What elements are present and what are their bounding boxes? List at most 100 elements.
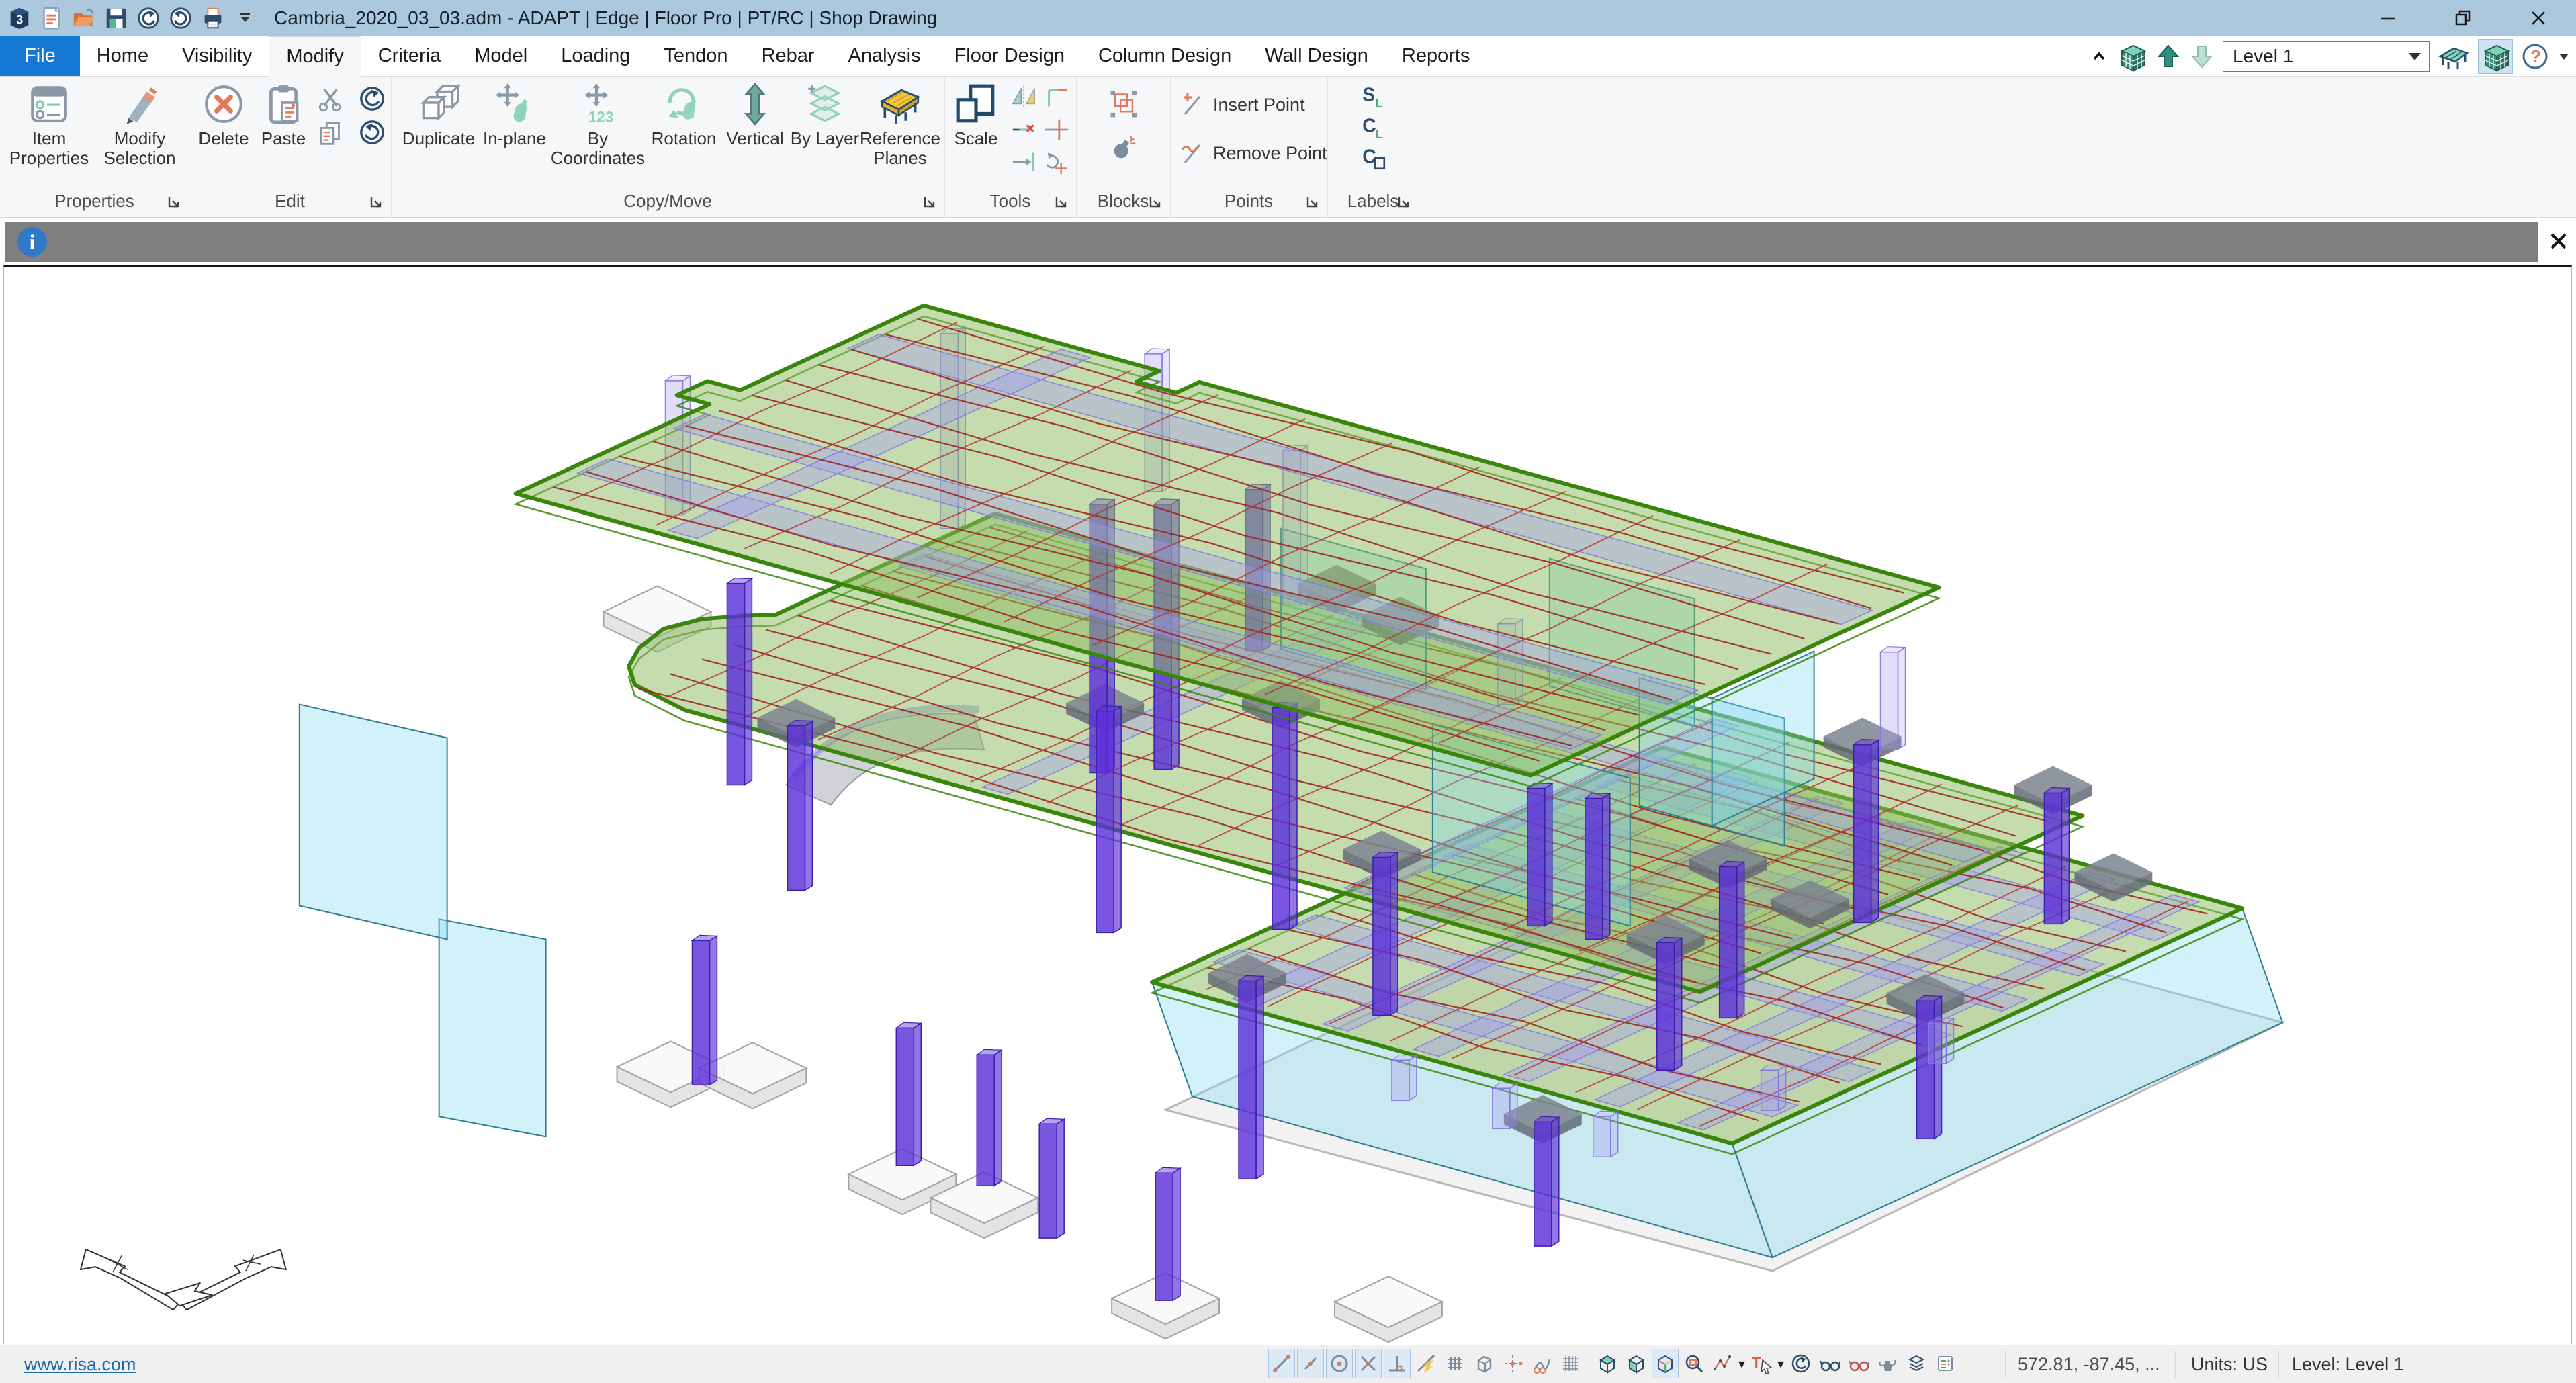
blocks-dialog-launcher[interactable] [1147, 194, 1163, 210]
label-handle-button[interactable]: C [1358, 142, 1389, 173]
extend-cross-button[interactable] [1041, 114, 1072, 145]
extend-to-line-button[interactable] [1009, 146, 1040, 177]
by-layer-button[interactable]: By Layer [790, 82, 860, 148]
polyline-tool-icon[interactable] [1709, 1349, 1736, 1378]
layers-icon[interactable] [1903, 1349, 1930, 1378]
fine-grid-icon[interactable] [1557, 1349, 1584, 1378]
print-button[interactable] [199, 4, 227, 32]
snap-segment-icon[interactable] [1297, 1349, 1324, 1378]
tools-dialog-launcher[interactable] [1053, 194, 1069, 210]
vertical-button[interactable]: Vertical [723, 82, 787, 148]
points-dialog-launcher[interactable] [1304, 194, 1321, 210]
spline-view-icon[interactable] [1528, 1349, 1555, 1378]
label-slab-button[interactable]: SL [1358, 81, 1389, 111]
view-glasses-red-icon[interactable] [1845, 1349, 1872, 1378]
rotate-snap-button[interactable] [1041, 146, 1072, 177]
insert-point-button[interactable]: Insert Point [1180, 91, 1305, 118]
view-undo-icon[interactable] [1787, 1349, 1814, 1378]
restore-button[interactable] [2426, 0, 2501, 36]
grid-snap-icon[interactable] [1441, 1349, 1468, 1378]
copy-move-dialog-launcher[interactable] [922, 194, 938, 210]
menu-home[interactable]: Home [80, 36, 165, 76]
collapse-ribbon-chevron-icon[interactable] [2090, 47, 2108, 66]
labels-dialog-launcher[interactable] [1396, 194, 1412, 210]
snap-nearest-icon[interactable] [1413, 1349, 1439, 1378]
trim-button[interactable] [1009, 114, 1040, 145]
render-teapot-icon[interactable] [1874, 1349, 1901, 1378]
select-tool-icon[interactable]: T [1748, 1349, 1775, 1378]
level-selector[interactable]: Level 1 [2223, 41, 2430, 72]
duplicate-button[interactable]: Duplicate [399, 82, 478, 148]
delete-button[interactable]: Delete [194, 82, 253, 148]
remove-point-button[interactable]: Remove Point [1180, 140, 1327, 167]
redo-button[interactable] [167, 4, 195, 32]
redo-small-button[interactable] [357, 117, 388, 148]
cube-top-view-icon[interactable] [1594, 1349, 1621, 1378]
undo-button[interactable] [134, 4, 163, 32]
snap-line-icon[interactable] [1268, 1349, 1295, 1378]
help-icon[interactable]: ? [2521, 42, 2549, 71]
minimize-button[interactable] [2350, 0, 2426, 36]
info-bar-close-button[interactable] [2543, 224, 2574, 258]
rotation-button[interactable]: Rotation [648, 82, 720, 148]
menu-file[interactable]: File [0, 36, 80, 76]
corner-fillet-button[interactable] [1041, 82, 1072, 113]
undo-small-button[interactable] [357, 83, 388, 114]
open-file-button[interactable] [70, 4, 98, 32]
single-level-view-icon[interactable] [2438, 40, 2470, 73]
menu-wall-design[interactable]: Wall Design [1248, 36, 1385, 76]
properties-form-icon[interactable] [1932, 1349, 1959, 1378]
menu-criteria[interactable]: Criteria [361, 36, 457, 76]
menu-rebar[interactable]: Rebar [745, 36, 832, 76]
select-caret-icon[interactable]: ▾ [1777, 1355, 1784, 1372]
move-point-icon[interactable] [1499, 1349, 1526, 1378]
properties-dialog-launcher[interactable] [166, 194, 182, 210]
close-button[interactable] [2501, 0, 2576, 36]
snap-center-icon[interactable] [1326, 1349, 1353, 1378]
menu-column-design[interactable]: Column Design [1081, 36, 1248, 76]
label-column-button[interactable]: CL [1358, 111, 1389, 142]
column [1527, 789, 1545, 926]
box-3d-icon[interactable] [1470, 1349, 1497, 1378]
edit-dialog-launcher[interactable] [368, 194, 384, 210]
scale-button[interactable]: Scale [947, 82, 1005, 148]
menu-tendon[interactable]: Tendon [647, 36, 744, 76]
copy-button[interactable] [315, 118, 346, 149]
button-label: Vertical [726, 129, 783, 148]
view-glasses-icon[interactable] [1816, 1349, 1843, 1378]
snap-intersection-icon[interactable] [1355, 1349, 1382, 1378]
save-button[interactable] [102, 4, 130, 32]
menu-loading[interactable]: Loading [544, 36, 647, 76]
risa-website-link[interactable]: www.risa.com [24, 1354, 136, 1375]
modify-selection-button[interactable]: Modify Selection [95, 82, 184, 168]
paste-button[interactable]: Paste [256, 82, 311, 148]
quick-access-caret-icon[interactable] [231, 4, 259, 32]
block-button[interactable] [1106, 86, 1142, 122]
reference-planes-button[interactable]: Reference Planes [862, 82, 938, 168]
polyline-caret-icon[interactable]: ▾ [1738, 1355, 1745, 1372]
column [1593, 1116, 1611, 1157]
building-levels-icon[interactable] [2117, 41, 2147, 72]
model-3d-view[interactable] [4, 267, 2571, 1344]
explode-button[interactable] [1108, 132, 1139, 163]
cut-button[interactable] [315, 85, 346, 116]
menu-modify[interactable]: Modify [269, 36, 361, 77]
in-plane-button[interactable]: In-plane [481, 82, 548, 148]
menu-floor-design[interactable]: Floor Design [938, 36, 1081, 76]
level-up-arrow-icon[interactable] [2156, 44, 2181, 69]
help-caret-icon[interactable] [2557, 50, 2571, 63]
zoom-window-icon[interactable] [1681, 1349, 1707, 1378]
menu-visibility[interactable]: Visibility [165, 36, 269, 76]
cube-front-view-icon[interactable] [1623, 1349, 1650, 1378]
menu-reports[interactable]: Reports [1385, 36, 1487, 76]
menu-analysis[interactable]: Analysis [832, 36, 938, 76]
mirror-button[interactable] [1009, 82, 1040, 113]
whole-building-view-icon[interactable] [2478, 39, 2513, 74]
cube-axes-view-icon[interactable] [1652, 1349, 1679, 1378]
item-properties-button[interactable]: Item Properties [5, 82, 93, 168]
level-down-arrow-icon[interactable] [2189, 44, 2215, 69]
by-coordinates-button[interactable]: 123 By Coordinates [551, 82, 645, 168]
new-file-button[interactable] [38, 4, 66, 32]
menu-model[interactable]: Model [457, 36, 544, 76]
snap-perpendicular-icon[interactable] [1384, 1349, 1411, 1378]
